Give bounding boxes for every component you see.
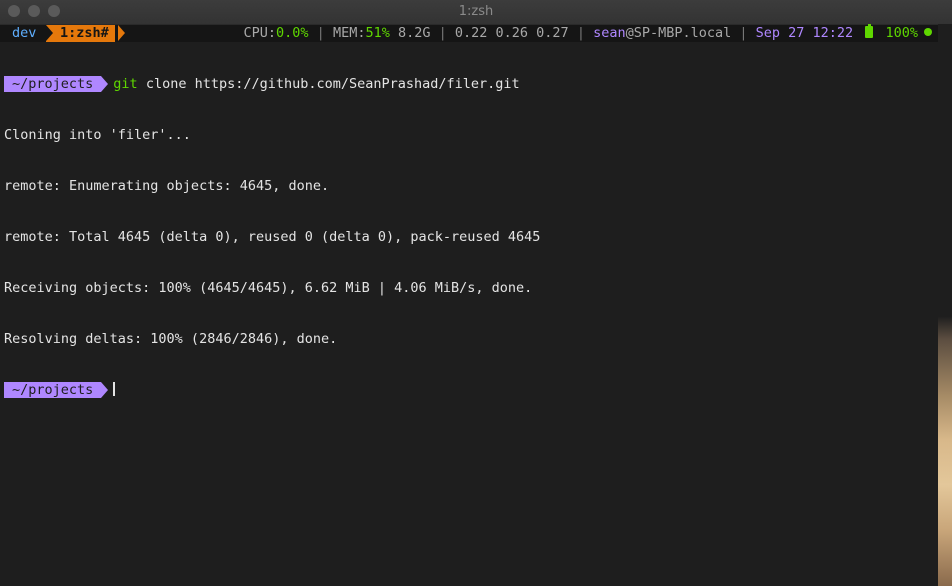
title-bar[interactable]: 1:zsh (0, 0, 952, 25)
command-name: git (113, 76, 138, 92)
cpu-label: CPU: (243, 25, 277, 41)
mem-label: MEM: (332, 25, 366, 41)
prompt-path: ~/projects (4, 382, 109, 398)
battery-icon (865, 24, 874, 38)
terminal-output[interactable]: ~/projects git clone https://github.com/S… (4, 42, 934, 433)
desktop-background (938, 24, 952, 586)
prompt-path: ~/projects (4, 76, 109, 92)
mem-value: 51% (365, 25, 390, 41)
window-title: 1:zsh (458, 4, 494, 19)
load-average: 0.22 0.26 0.27 (454, 25, 569, 41)
tmux-window-tab[interactable]: 1:zsh# (46, 25, 115, 42)
battery-percent: 100% (885, 25, 918, 41)
tmux-status-bar: dev 1:zsh# CPU:0.0% | MEM:51% 8.2G | 0.2… (0, 24, 938, 42)
terminal-window: 1:zsh dev 1:zsh# CPU:0.0% | MEM:51% 8.2G… (0, 0, 952, 586)
text-cursor (113, 382, 116, 396)
output-line: remote: Enumerating objects: 4645, done. (4, 178, 330, 194)
status-dot-icon (924, 28, 932, 36)
output-line: Resolving deltas: 100% (2846/2846), done… (4, 331, 338, 347)
command-line: ~/projects git clone https://github.com/S… (4, 76, 934, 93)
output-line: Cloning into 'filer'... (4, 127, 191, 143)
tmux-session-name[interactable]: dev (4, 25, 44, 42)
user-name: sean (593, 25, 626, 41)
status-right: CPU:0.0% | MEM:51% 8.2G | 0.22 0.26 0.27… (243, 24, 932, 42)
mem-size: 8.2G (397, 25, 431, 41)
output-line: Receiving objects: 100% (4645/4645), 6.6… (4, 280, 533, 296)
host-name: @SP-MBP.local (625, 25, 732, 41)
output-line: remote: Total 4645 (delta 0), reused 0 (… (4, 229, 541, 245)
tab-left-arrow-icon (46, 25, 53, 41)
tab-right-arrow-icon (118, 25, 125, 41)
command-args: clone https://github.com/SeanPrashad/fil… (145, 76, 520, 92)
prompt-line[interactable]: ~/projects (4, 382, 934, 399)
cpu-value: 0.0% (276, 25, 309, 41)
date-time: Sep 27 12:22 (755, 25, 854, 41)
